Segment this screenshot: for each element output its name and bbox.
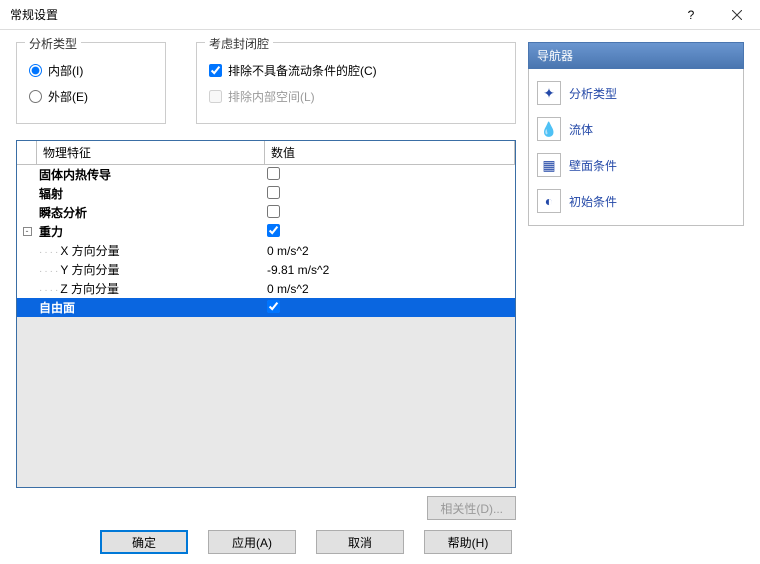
radio-external[interactable]: 外部(E) [29, 83, 153, 109]
radio-external-label: 外部(E) [48, 88, 88, 105]
close-button[interactable] [714, 0, 760, 30]
nav-item-icon: 💧 [537, 117, 561, 141]
nav-item-0[interactable]: ✦ 分析类型 [533, 75, 739, 111]
tree-collapse-icon[interactable]: - [23, 227, 32, 236]
ok-button[interactable]: 确定 [100, 530, 188, 554]
grid-row-label: 辐射 [39, 187, 63, 201]
cancel-button[interactable]: 取消 [316, 530, 404, 554]
radio-external-input[interactable] [29, 90, 42, 103]
grid-row-label: Z 方向分量 [60, 282, 119, 296]
window-title: 常规设置 [10, 6, 668, 23]
grid-row-label: Y 方向分量 [60, 263, 119, 277]
grid-row-checkbox[interactable] [267, 167, 280, 180]
grid-row-3[interactable]: -重力 [17, 222, 515, 241]
grid-row-6[interactable]: ····Z 方向分量0 m/s^2 [17, 279, 515, 298]
check-exclude-noflow-label: 排除不具备流动条件的腔(C) [228, 62, 377, 79]
grid-row-checkbox[interactable] [267, 224, 280, 237]
grid-row-value: 0 m/s^2 [267, 282, 309, 296]
analysis-type-group: 分析类型 内部(I) 外部(E) [16, 42, 166, 124]
apply-button[interactable]: 应用(A) [208, 530, 296, 554]
grid-row-value: -9.81 m/s^2 [267, 263, 329, 277]
nav-item-label: 壁面条件 [569, 157, 617, 174]
property-grid[interactable]: 物理特征 数值 固体内热传导辐射瞬态分析-重力····X 方向分量0 m/s^2… [16, 140, 516, 488]
grid-row-label: 瞬态分析 [39, 206, 87, 220]
nav-item-label: 初始条件 [569, 193, 617, 210]
grid-row-7[interactable]: 自由面 [17, 298, 515, 317]
grid-row-4[interactable]: ····X 方向分量0 m/s^2 [17, 241, 515, 260]
check-exclude-internal-input [209, 90, 222, 103]
nav-item-icon: ▦ [537, 153, 561, 177]
radio-internal-input[interactable] [29, 64, 42, 77]
nav-item-1[interactable]: 💧 流体 [533, 111, 739, 147]
grid-row-checkbox[interactable] [267, 300, 280, 313]
grid-row-label: 重力 [39, 225, 63, 239]
nav-item-3[interactable]: ◐ 初始条件 [533, 183, 739, 219]
nav-item-icon: ◐ [537, 189, 561, 213]
grid-row-checkbox[interactable] [267, 205, 280, 218]
check-exclude-internal: 排除内部空间(L) [209, 83, 503, 109]
nav-item-2[interactable]: ▦ 壁面条件 [533, 147, 739, 183]
radio-internal[interactable]: 内部(I) [29, 57, 153, 83]
grid-row-0[interactable]: 固体内热传导 [17, 165, 515, 184]
grid-row-2[interactable]: 瞬态分析 [17, 203, 515, 222]
help-button[interactable]: ? [668, 0, 714, 30]
nav-item-label: 分析类型 [569, 85, 617, 102]
nav-item-icon: ✦ [537, 81, 561, 105]
grid-row-label: X 方向分量 [60, 244, 119, 258]
grid-row-checkbox[interactable] [267, 186, 280, 199]
grid-header-value: 数值 [265, 141, 515, 164]
grid-header-property: 物理特征 [37, 141, 265, 164]
cavity-legend: 考虑封闭腔 [205, 35, 273, 52]
navigator-header: 导航器 [528, 42, 744, 69]
grid-row-1[interactable]: 辐射 [17, 184, 515, 203]
check-exclude-noflow-input[interactable] [209, 64, 222, 77]
radio-internal-label: 内部(I) [48, 62, 83, 79]
analysis-legend: 分析类型 [25, 35, 81, 52]
grid-row-label: 自由面 [39, 301, 75, 315]
grid-row-label: 固体内热传导 [39, 168, 111, 182]
dependency-button: 相关性(D)... [427, 496, 516, 520]
help-button-bottom[interactable]: 帮助(H) [424, 530, 512, 554]
grid-row-value: 0 m/s^2 [267, 244, 309, 258]
check-exclude-internal-label: 排除内部空间(L) [228, 88, 315, 105]
check-exclude-noflow[interactable]: 排除不具备流动条件的腔(C) [209, 57, 503, 83]
nav-item-label: 流体 [569, 121, 593, 138]
navigator-panel: ✦ 分析类型 💧 流体 ▦ 壁面条件 ◐ 初始条件 [528, 69, 744, 226]
cavity-group: 考虑封闭腔 排除不具备流动条件的腔(C) 排除内部空间(L) [196, 42, 516, 124]
grid-row-5[interactable]: ····Y 方向分量-9.81 m/s^2 [17, 260, 515, 279]
